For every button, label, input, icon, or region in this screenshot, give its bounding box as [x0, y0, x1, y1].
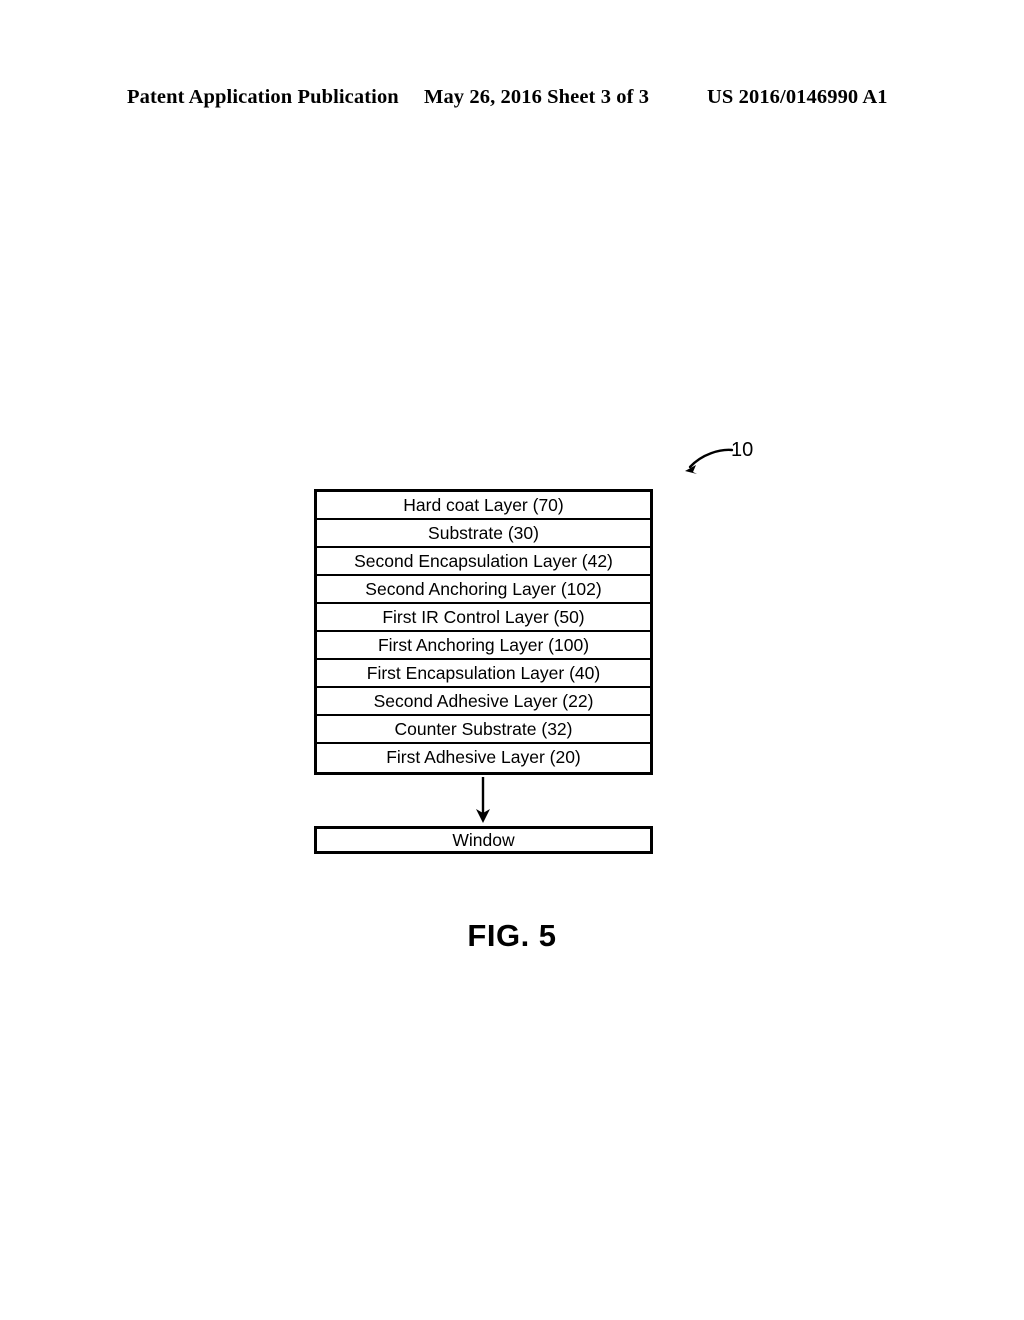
layer-row: Substrate (30) [317, 520, 650, 548]
layer-row: Second Encapsulation Layer (42) [317, 548, 650, 576]
layer-row: First IR Control Layer (50) [317, 604, 650, 632]
layer-row: Counter Substrate (32) [317, 716, 650, 744]
window-box: Window [314, 826, 653, 854]
figure-caption: FIG. 5 [467, 918, 557, 953]
layer-stack: Hard coat Layer (70) Substrate (30) Seco… [314, 489, 653, 775]
layer-row: Second Anchoring Layer (102) [317, 576, 650, 604]
layer-row: Second Adhesive Layer (22) [317, 688, 650, 716]
reference-numeral-10: 10 [731, 439, 754, 461]
figure-5: 10 Hard coat Layer (70) Substrate (30) S… [0, 0, 1024, 1320]
down-arrow-icon [476, 777, 490, 823]
layer-row: First Adhesive Layer (20) [386, 747, 581, 767]
layer-row: First Encapsulation Layer (40) [317, 660, 650, 688]
layer-row: Hard coat Layer (70) [317, 492, 650, 520]
layer-row: First Anchoring Layer (100) [317, 632, 650, 660]
